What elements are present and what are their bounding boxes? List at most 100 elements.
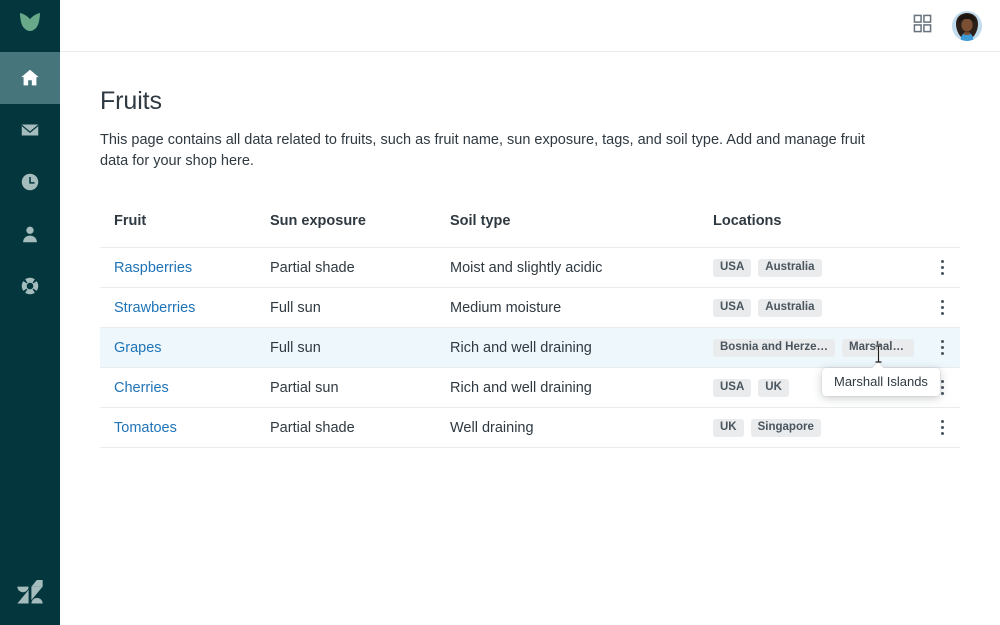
- fruit-link[interactable]: Grapes: [114, 340, 162, 356]
- fruit-link[interactable]: Raspberries: [114, 260, 192, 276]
- brand-logo[interactable]: [0, 0, 60, 52]
- avatar[interactable]: [952, 10, 982, 41]
- cell-fruit: Raspberries: [100, 247, 270, 289]
- fruits-table-wrapper: Fruit Sun exposure Soil type Locations R…: [100, 213, 960, 449]
- column-header-soil-type: Soil type: [450, 213, 713, 249]
- person-icon: [19, 223, 41, 245]
- column-header-fruit: Fruit: [100, 213, 270, 249]
- cell-sun-exposure: Full sun: [270, 287, 450, 329]
- cell-locations: USA Australia: [713, 247, 925, 289]
- apps-grid-button[interactable]: [908, 12, 936, 40]
- tag-tooltip: Marshall Islands: [822, 368, 940, 396]
- kebab-menu-icon[interactable]: [933, 415, 953, 441]
- column-header-sun-exposure: Sun exposure: [270, 213, 450, 249]
- kebab-menu-icon[interactable]: [933, 335, 953, 361]
- cell-fruit: Grapes: [100, 327, 270, 369]
- table-header-row: Fruit Sun exposure Soil type Locations: [100, 213, 960, 249]
- cell-sun-exposure: Partial shade: [270, 407, 450, 449]
- kebab-dot: [941, 340, 944, 344]
- location-tag[interactable]: USA: [713, 258, 752, 278]
- sidebar: [0, 0, 60, 625]
- location-tag[interactable]: Australia: [758, 298, 822, 318]
- location-tag[interactable]: UK: [758, 378, 789, 398]
- fruit-link[interactable]: Tomatoes: [114, 420, 177, 436]
- mail-icon: [19, 119, 41, 141]
- table-row[interactable]: Raspberries Partial shade Moist and slight…: [100, 247, 960, 289]
- kebab-dot: [941, 392, 944, 396]
- clock-icon: [19, 171, 41, 193]
- location-tag[interactable]: Singapore: [750, 418, 821, 438]
- fruit-link[interactable]: Cherries: [114, 380, 169, 396]
- home-icon: [19, 67, 41, 89]
- kebab-dot: [941, 260, 944, 264]
- sidebar-item-mail[interactable]: [0, 104, 60, 156]
- fruit-link[interactable]: Strawberries: [114, 300, 195, 316]
- location-tag[interactable]: USA: [713, 298, 752, 318]
- cell-actions: [925, 247, 960, 289]
- sidebar-item-home[interactable]: [0, 52, 60, 104]
- cell-soil-type: Medium moisture: [450, 287, 713, 329]
- cell-soil-type: Moist and slightly acidic: [450, 247, 713, 289]
- sidebar-item-support[interactable]: [0, 260, 60, 312]
- kebab-dot: [941, 420, 944, 424]
- page-description: This page contains all data related to f…: [100, 132, 865, 169]
- fruits-table: Fruit Sun exposure Soil type Locations R…: [100, 213, 960, 449]
- app-root: Fruits This page contains all data relat…: [0, 0, 1000, 625]
- zendesk-logo-icon[interactable]: [15, 572, 45, 615]
- kebab-dot: [941, 300, 944, 304]
- cell-fruit: Tomatoes: [100, 407, 270, 449]
- kebab-dot: [941, 426, 944, 430]
- page-title: Fruits: [100, 87, 162, 115]
- kebab-menu-icon[interactable]: [933, 295, 953, 321]
- kebab-dot: [941, 306, 944, 310]
- location-tag-list: USA Australia: [713, 298, 925, 318]
- cell-locations: USA Australia: [713, 287, 925, 329]
- cell-fruit: Strawberries: [100, 287, 270, 329]
- kebab-dot: [941, 272, 944, 276]
- cell-actions: [925, 407, 960, 449]
- sidebar-footer: [0, 572, 60, 615]
- kebab-dot: [941, 346, 944, 350]
- main-area: Fruits This page contains all data relat…: [60, 0, 1000, 625]
- apps-grid-icon: [913, 14, 932, 38]
- lifebuoy-icon: [19, 275, 41, 297]
- user-avatar-image: [952, 10, 982, 41]
- cell-locations: Bosnia and Herzegovina Marshall I...: [713, 327, 925, 369]
- sidebar-nav: [0, 52, 60, 312]
- kebab-dot: [941, 386, 944, 390]
- table-head: Fruit Sun exposure Soil type Locations: [100, 213, 960, 249]
- location-tag[interactable]: Bosnia and Herzegovina: [713, 338, 835, 358]
- cell-soil-type: Rich and well draining: [450, 367, 713, 409]
- kebab-dot: [941, 352, 944, 356]
- table-body: Raspberries Partial shade Moist and slight…: [100, 247, 960, 449]
- kebab-menu-icon[interactable]: [933, 255, 953, 281]
- sidebar-item-recent[interactable]: [0, 156, 60, 208]
- table-row[interactable]: Strawberries Full sun Medium moisture USA Au…: [100, 287, 960, 329]
- cell-actions: [925, 287, 960, 329]
- cell-soil-type: Rich and well draining: [450, 327, 713, 369]
- column-header-locations: Locations: [713, 213, 925, 249]
- leaf-logo-icon: [18, 11, 42, 42]
- location-tag[interactable]: Australia: [758, 258, 822, 278]
- cell-actions: [925, 327, 960, 369]
- location-tag[interactable]: USA: [713, 378, 752, 398]
- topbar: [60, 0, 1000, 52]
- cell-sun-exposure: Partial sun: [270, 367, 450, 409]
- column-header-actions: [925, 213, 960, 249]
- location-tag-list: Bosnia and Herzegovina Marshall I...: [713, 338, 925, 358]
- location-tag-list: USA Australia: [713, 258, 925, 278]
- table-row[interactable]: Tomatoes Partial shade Well draining UK Sing…: [100, 407, 960, 449]
- cell-sun-exposure: Partial shade: [270, 247, 450, 289]
- sidebar-item-customers[interactable]: [0, 208, 60, 260]
- location-tag[interactable]: Marshall I...: [842, 338, 914, 358]
- kebab-dot: [941, 432, 944, 436]
- cell-sun-exposure: Full sun: [270, 327, 450, 369]
- location-tag[interactable]: UK: [713, 418, 744, 438]
- location-tag-list: UK Singapore: [713, 418, 925, 438]
- kebab-dot: [941, 312, 944, 316]
- table-row[interactable]: Grapes Full sun Rich and well draining Bosn…: [100, 327, 960, 369]
- cell-fruit: Cherries: [100, 367, 270, 409]
- cell-locations: UK Singapore: [713, 407, 925, 449]
- cell-soil-type: Well draining: [450, 407, 713, 449]
- kebab-dot: [941, 266, 944, 270]
